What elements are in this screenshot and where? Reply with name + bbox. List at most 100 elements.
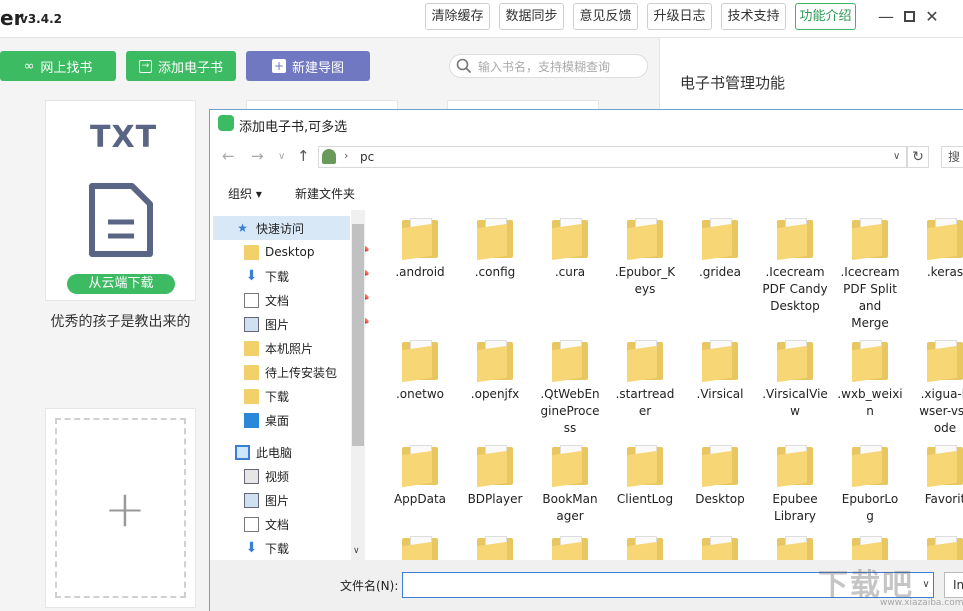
path-separator-icon: ›	[344, 149, 349, 162]
nav-item-label: 文档	[265, 293, 290, 308]
new-mindmap-button[interactable]: + 新建导图	[246, 51, 370, 81]
add-ebook-button[interactable]: → 添加电子书	[126, 51, 236, 81]
folder-icon	[927, 218, 963, 261]
new-folder-button[interactable]: 新建文件夹	[295, 185, 355, 202]
maximize-icon[interactable]	[899, 6, 919, 26]
address-dropdown-icon[interactable]: ∨	[893, 151, 900, 162]
add-ebook-label: 添加电子书	[157, 60, 223, 76]
folder-icon	[777, 445, 813, 488]
file-name: .QtWebEn gineProce ss	[540, 387, 600, 435]
file-name: .Epubor_K eys	[614, 265, 676, 296]
file-item[interactable]: .QtWebEn gineProce ss	[533, 340, 607, 437]
star-icon: ★	[237, 221, 248, 235]
file-name: AppData	[393, 492, 447, 506]
file-item[interactable]: BDPlayer	[458, 445, 532, 508]
file-name: .keras	[926, 265, 963, 279]
file-item[interactable]: .openjfx	[458, 340, 532, 403]
nav-scrollbar-thumb[interactable]	[352, 224, 364, 446]
folder-search-input[interactable]: 搜	[941, 146, 963, 168]
close-icon[interactable]: ✕	[922, 6, 942, 26]
file-name: .openjfx	[470, 387, 520, 401]
folder-icon	[477, 340, 513, 383]
filename-dropdown-icon[interactable]: ∨	[918, 572, 934, 598]
file-name: EpuborLo g	[841, 492, 899, 523]
tech-support-button[interactable]: 技术支持	[721, 3, 786, 30]
download-icon: ⬇	[245, 268, 258, 284]
file-item[interactable]: .android	[383, 218, 457, 281]
file-item[interactable]: .VirsicalVie w	[758, 340, 832, 420]
file-item[interactable]: ClientLog	[608, 445, 682, 508]
file-item[interactable]: .Icecream PDF Candy Desktop	[758, 218, 832, 315]
new-mindmap-label: 新建导图	[291, 60, 344, 76]
picture-icon	[244, 316, 259, 332]
organize-menu[interactable]: 组织 ▾	[228, 185, 262, 202]
app-version: v3.4.2	[20, 12, 62, 26]
changelog-button[interactable]: 升级日志	[647, 3, 712, 30]
file-item[interactable]: EpuborLo g	[833, 445, 907, 525]
folder-icon	[702, 218, 738, 261]
file-item[interactable]: .gridea	[683, 218, 757, 281]
folder-icon	[552, 445, 588, 488]
file-name: BookMan ager	[542, 492, 598, 523]
file-item[interactable]: .Epubor_K eys	[608, 218, 682, 298]
file-item[interactable]: .keras	[908, 218, 963, 281]
back-arrow-icon[interactable]: ←	[222, 147, 235, 165]
clear-cache-button[interactable]: 清除缓存	[425, 3, 490, 30]
forward-arrow-icon[interactable]: →	[251, 147, 264, 165]
folder-icon	[702, 340, 738, 383]
file-item[interactable]: Desktop	[683, 445, 757, 508]
find-online-button[interactable]: ∞ 网上找书	[0, 51, 116, 81]
cloud-download-button[interactable]: 从云端下载	[67, 274, 175, 294]
plus-icon: +	[104, 480, 146, 538]
folder-icon	[927, 340, 963, 383]
file-name: Favorit	[924, 492, 963, 506]
link-icon: ∞	[23, 58, 35, 74]
folder-icon	[244, 364, 259, 380]
file-item[interactable]: .wxb_weixi n	[833, 340, 907, 420]
file-item[interactable]: .onetwo	[383, 340, 457, 403]
nav-item-label: 下载	[265, 389, 290, 404]
file-name: ClientLog	[616, 492, 674, 506]
file-item[interactable]: Favorit	[908, 445, 963, 508]
history-dropdown-icon[interactable]: ∨	[278, 151, 285, 162]
scroll-down-icon[interactable]: ∨	[353, 546, 360, 556]
search-input[interactable]: 输入书名，支持模糊查询	[449, 54, 648, 78]
file-item[interactable]: .startread er	[608, 340, 682, 420]
app-logo-icon	[218, 115, 234, 131]
file-item[interactable]: AppData	[383, 445, 457, 508]
feedback-button[interactable]: 意见反馈	[573, 3, 638, 30]
folder-icon	[852, 340, 888, 383]
download-icon: ⬇	[245, 540, 258, 556]
import-icon: →	[138, 59, 152, 73]
minimize-icon[interactable]: —	[876, 6, 896, 26]
file-item[interactable]: .cura	[533, 218, 607, 281]
file-item[interactable]: .xigua-b wser-vsc ode	[908, 340, 963, 437]
file-item[interactable]: .Icecream PDF Split and Merge	[833, 218, 907, 332]
search-placeholder: 输入书名，支持模糊查询	[478, 59, 611, 74]
address-path[interactable]: pc	[360, 150, 374, 164]
features-button[interactable]: 功能介绍	[795, 3, 856, 30]
nav-item[interactable]: ★ 快速访问	[213, 216, 350, 240]
file-item[interactable]: Epubee Library	[758, 445, 832, 525]
file-item[interactable]: BookMan ager	[533, 445, 607, 525]
right-panel-title: 电子书管理功能	[680, 74, 786, 92]
folder-icon	[627, 445, 663, 488]
up-arrow-icon[interactable]: ↑	[297, 147, 310, 165]
folder-icon	[777, 340, 813, 383]
desktop-icon	[244, 412, 259, 428]
filetype-select[interactable]: In	[944, 572, 963, 598]
folder-icon	[477, 218, 513, 261]
nav-item-label: 桌面	[265, 413, 290, 428]
file-item[interactable]: .config	[458, 218, 532, 281]
computer-icon	[235, 444, 250, 460]
file-name: .android	[395, 265, 445, 279]
nav-item-label: 文档	[265, 517, 290, 532]
folder-icon	[927, 445, 963, 488]
data-sync-button[interactable]: 数据同步	[499, 3, 564, 30]
nav-item-label: 快速访问	[256, 221, 305, 236]
refresh-icon[interactable]: ↻	[907, 146, 929, 168]
video-icon	[244, 468, 259, 484]
file-item[interactable]: .Virsical	[683, 340, 757, 403]
address-bar[interactable]	[318, 146, 907, 168]
folder-icon	[777, 218, 813, 261]
